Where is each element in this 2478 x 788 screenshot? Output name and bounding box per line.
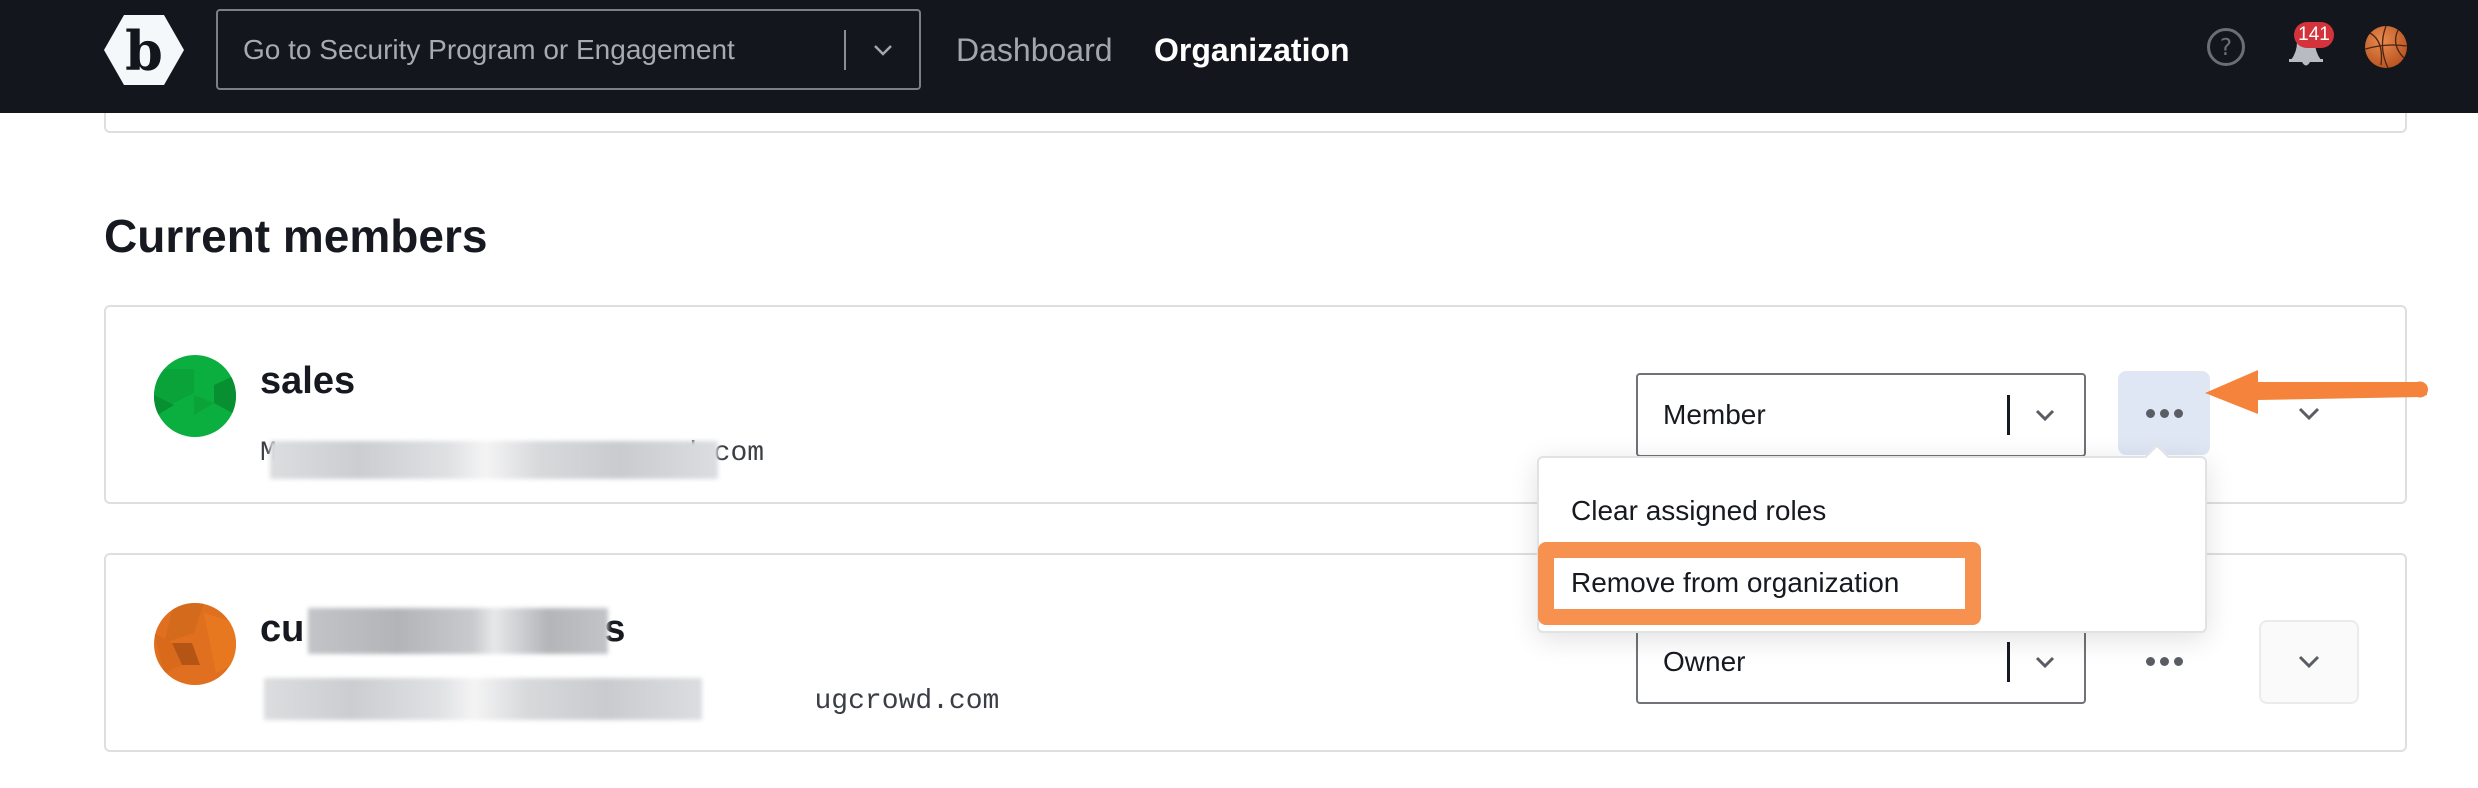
role-select-value: Member — [1663, 399, 1766, 430]
select-separator — [844, 30, 846, 70]
user-avatar-basketball-icon[interactable] — [2364, 25, 2408, 69]
program-select-placeholder: Go to Security Program or Engagement — [243, 34, 735, 65]
member-name: sales — [260, 360, 356, 402]
menu-item-clear-assigned-roles[interactable]: Clear assigned roles — [1571, 491, 1826, 531]
nav-dashboard[interactable]: Dashboard — [956, 0, 1113, 100]
expand-member-button[interactable] — [2259, 372, 2359, 456]
bugcrowd-logo-icon[interactable]: b — [104, 15, 184, 85]
name-visible-prefix: cu — [260, 608, 305, 650]
role-select-value: Owner — [1663, 646, 1746, 677]
chevron-down-icon[interactable] — [2033, 652, 2057, 672]
svg-text:?: ? — [2220, 35, 2232, 61]
redacted-email-mask — [270, 441, 718, 479]
redacted-email-mask — [264, 678, 702, 720]
more-actions-button[interactable] — [2118, 371, 2210, 455]
section-title: Current members — [104, 210, 488, 262]
question-circle-icon[interactable]: ? — [2206, 27, 2246, 67]
ellipsis-icon — [2145, 656, 2183, 666]
email-visible-suffix: ugcrowd.com — [814, 686, 1000, 717]
expand-member-button[interactable] — [2259, 620, 2359, 704]
logo-letter: b — [125, 19, 163, 83]
notification-count-badge: 141 — [2294, 22, 2334, 48]
member-avatar-icon — [154, 603, 236, 685]
role-select[interactable]: Member — [1636, 373, 2086, 457]
menu-item-remove-from-organization[interactable]: Remove from organization — [1571, 563, 1899, 603]
ellipsis-icon — [2145, 408, 2183, 418]
top-navigation-bar: b Go to Security Program or Engagement D… — [0, 0, 2478, 113]
nav-organization[interactable]: Organization — [1154, 0, 1350, 100]
chevron-down-icon[interactable] — [870, 40, 896, 60]
select-separator — [2007, 395, 2010, 435]
member-actions-menu: Clear assigned roles Remove from organiz… — [1537, 456, 2207, 633]
redacted-name-mask — [308, 608, 608, 654]
chevron-down-icon[interactable] — [2033, 405, 2057, 425]
chevron-down-icon — [2298, 655, 2320, 669]
member-avatar-icon — [154, 355, 236, 437]
select-separator — [2007, 642, 2010, 682]
program-engagement-select[interactable]: Go to Security Program or Engagement — [216, 9, 921, 90]
chevron-down-icon — [2298, 407, 2320, 421]
